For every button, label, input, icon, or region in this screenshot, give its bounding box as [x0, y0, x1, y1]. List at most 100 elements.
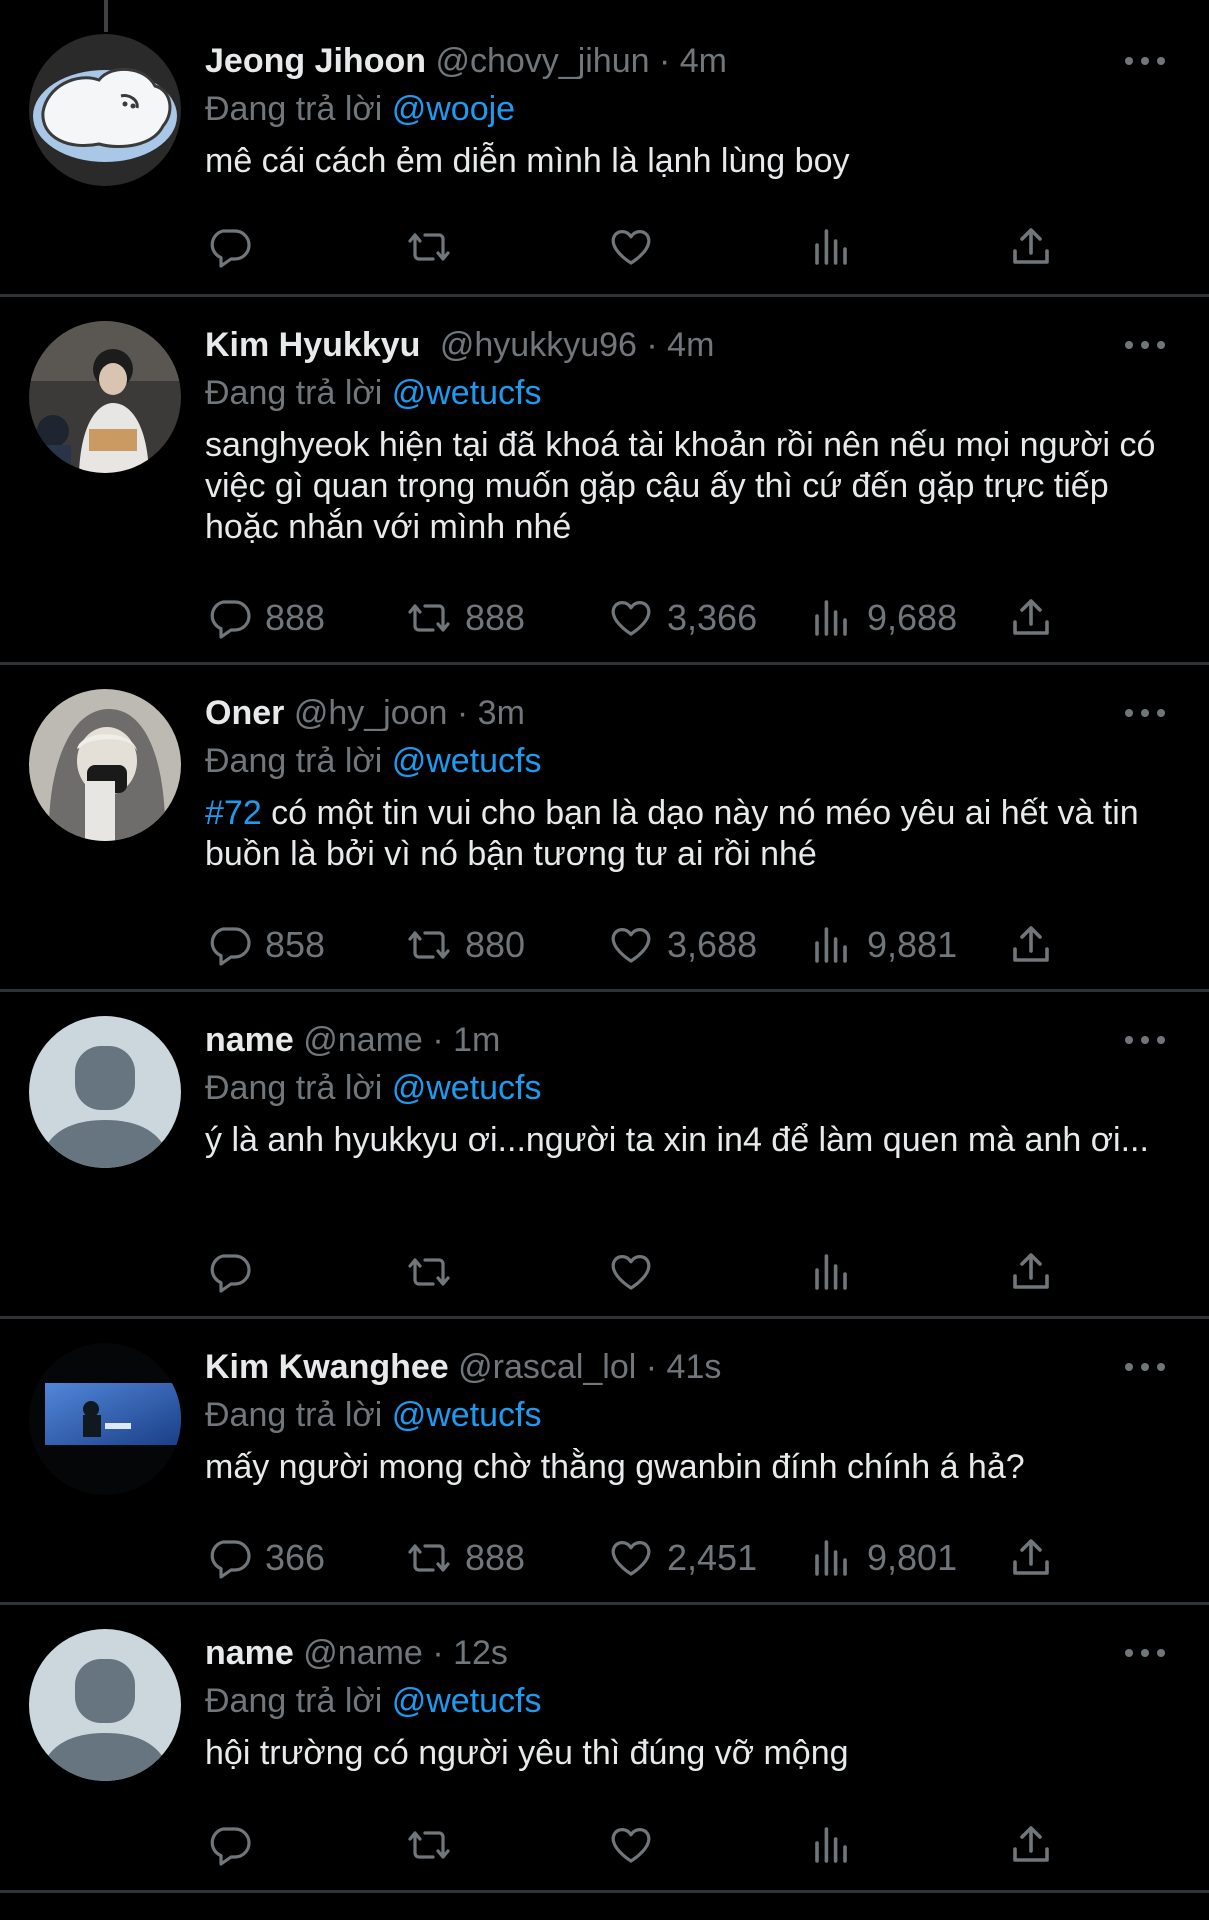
- retweet-icon: [408, 604, 450, 632]
- replying-to-label: Đang trả lời: [205, 374, 383, 412]
- avatar[interactable]: [29, 321, 181, 473]
- tweet-text-body: mê cái cách ẻm diễn mình là lạnh lùng bo…: [205, 142, 850, 180]
- tweet[interactable]: Oner @hy_joon · 3m Đang trả lời @wetucfs…: [0, 665, 1209, 992]
- timestamp[interactable]: 4m: [667, 326, 714, 364]
- mention-link[interactable]: @wetucfs: [392, 1069, 542, 1107]
- tweet[interactable]: Jeong Jihoon @chovy_jihun · 4m Đang trả …: [0, 0, 1209, 297]
- more-options-icon[interactable]: [1125, 46, 1165, 76]
- timestamp[interactable]: 4m: [680, 42, 727, 80]
- mention-link[interactable]: @wetucfs: [392, 1682, 542, 1720]
- retweet-icon: [408, 233, 450, 261]
- more-options-icon[interactable]: [1125, 1352, 1165, 1382]
- timestamp[interactable]: 41s: [667, 1348, 722, 1386]
- tweet[interactable]: Kim Kwanghee @rascal_lol · 41s Đang trả …: [0, 1319, 1209, 1605]
- display-name[interactable]: Oner: [205, 694, 284, 732]
- handle[interactable]: @name: [303, 1634, 423, 1672]
- share-button[interactable]: [1007, 592, 1055, 644]
- reply-icon: [210, 229, 251, 268]
- timestamp[interactable]: 3m: [478, 694, 525, 732]
- retweet-button[interactable]: 888: [405, 592, 525, 644]
- like-button[interactable]: 3,366: [607, 592, 757, 644]
- tweet-actions: 858 880 3,688 9,881: [205, 919, 1085, 971]
- like-button[interactable]: [607, 221, 655, 273]
- tweet-actions: 888 888 3,366 9,688: [205, 592, 1085, 644]
- handle[interactable]: @name: [303, 1021, 423, 1059]
- share-button[interactable]: [1007, 1532, 1055, 1584]
- retweet-button[interactable]: 888: [405, 1532, 525, 1584]
- more-options-icon[interactable]: [1125, 698, 1165, 728]
- cartoon-egg-avatar-image: [29, 34, 181, 186]
- tweet-text: sanghyeok hiện tại đã khoá tài khoản rồi…: [205, 425, 1181, 548]
- bar-chart-icon: [815, 1540, 847, 1576]
- reply-count: 366: [265, 1537, 326, 1578]
- views-button[interactable]: [807, 1819, 855, 1871]
- retweet-button[interactable]: [405, 1819, 453, 1871]
- retweet-button[interactable]: [405, 1246, 453, 1298]
- default-avatar-image: [29, 1629, 181, 1781]
- avatar[interactable]: [29, 1343, 181, 1495]
- share-icon: [1013, 1253, 1049, 1289]
- tweet[interactable]: name @name · 12s Đang trả lời @wetucfs h…: [0, 1605, 1209, 1893]
- display-name[interactable]: name: [205, 1634, 294, 1672]
- share-button[interactable]: [1007, 1819, 1055, 1871]
- mention-link[interactable]: @wetucfs: [392, 1396, 542, 1434]
- more-options-icon[interactable]: [1125, 1025, 1165, 1055]
- views-button[interactable]: [807, 1246, 855, 1298]
- handle[interactable]: @hy_joon: [294, 694, 448, 732]
- like-button[interactable]: [607, 1819, 655, 1871]
- display-name[interactable]: Kim Kwanghee: [205, 1348, 449, 1386]
- like-button[interactable]: 3,688: [607, 919, 757, 971]
- display-name[interactable]: Jeong Jihoon: [205, 42, 426, 80]
- timestamp[interactable]: 1m: [453, 1021, 500, 1059]
- display-name[interactable]: Kim Hyukkyu: [205, 326, 420, 364]
- photo-avatar-image: [29, 689, 181, 841]
- retweet-count: 888: [465, 597, 526, 638]
- tweet[interactable]: name @name · 1m Đang trả lời @wetucfs ý …: [0, 992, 1209, 1319]
- mention-link[interactable]: @wetucfs: [392, 374, 542, 412]
- timestamp[interactable]: 12s: [453, 1634, 508, 1672]
- share-button[interactable]: [1007, 919, 1055, 971]
- share-button[interactable]: [1007, 221, 1055, 273]
- handle[interactable]: @rascal_lol: [458, 1348, 636, 1386]
- avatar[interactable]: [29, 1629, 181, 1781]
- heart-icon: [611, 601, 651, 636]
- like-button[interactable]: [607, 1246, 655, 1298]
- reply-count: 858: [265, 924, 326, 965]
- more-options-icon[interactable]: [1125, 330, 1165, 360]
- like-button[interactable]: 2,451: [607, 1532, 757, 1584]
- handle[interactable]: @hyukkyu96: [440, 326, 637, 364]
- avatar[interactable]: [29, 689, 181, 841]
- reply-button[interactable]: [205, 1819, 253, 1871]
- share-icon: [1013, 1826, 1049, 1862]
- reply-button[interactable]: 366: [205, 1532, 325, 1584]
- reply-icon: [210, 1254, 251, 1293]
- hashtag-link[interactable]: #72: [205, 794, 262, 832]
- share-button[interactable]: [1007, 1246, 1055, 1298]
- reply-button[interactable]: 858: [205, 919, 325, 971]
- retweet-icon: [408, 1544, 450, 1572]
- reply-button[interactable]: 888: [205, 592, 325, 644]
- views-button[interactable]: 9,801: [807, 1532, 957, 1584]
- heart-icon: [611, 1828, 651, 1863]
- bar-chart-icon: [815, 600, 847, 636]
- mention-link[interactable]: @wetucfs: [392, 742, 542, 780]
- bar-chart-icon: [815, 1827, 847, 1863]
- reply-icon: [210, 927, 251, 966]
- views-button[interactable]: [807, 221, 855, 273]
- mention-link[interactable]: @wooje: [392, 90, 515, 128]
- more-options-icon[interactable]: [1125, 1638, 1165, 1668]
- retweet-button[interactable]: 880: [405, 919, 525, 971]
- avatar[interactable]: [29, 1016, 181, 1168]
- retweet-button[interactable]: [405, 221, 453, 273]
- retweet-icon: [408, 931, 450, 959]
- handle[interactable]: @chovy_jihun: [435, 42, 649, 80]
- photo-avatar-image: [29, 321, 181, 473]
- reply-button[interactable]: [205, 1246, 253, 1298]
- views-button[interactable]: 9,881: [807, 919, 957, 971]
- reply-button[interactable]: [205, 221, 253, 273]
- view-count: 9,688: [867, 597, 958, 638]
- display-name[interactable]: name: [205, 1021, 294, 1059]
- tweet[interactable]: Kim Hyukkyu @hyukkyu96 · 4m Đang trả lời…: [0, 297, 1209, 665]
- views-button[interactable]: 9,688: [807, 592, 957, 644]
- avatar[interactable]: [29, 34, 181, 186]
